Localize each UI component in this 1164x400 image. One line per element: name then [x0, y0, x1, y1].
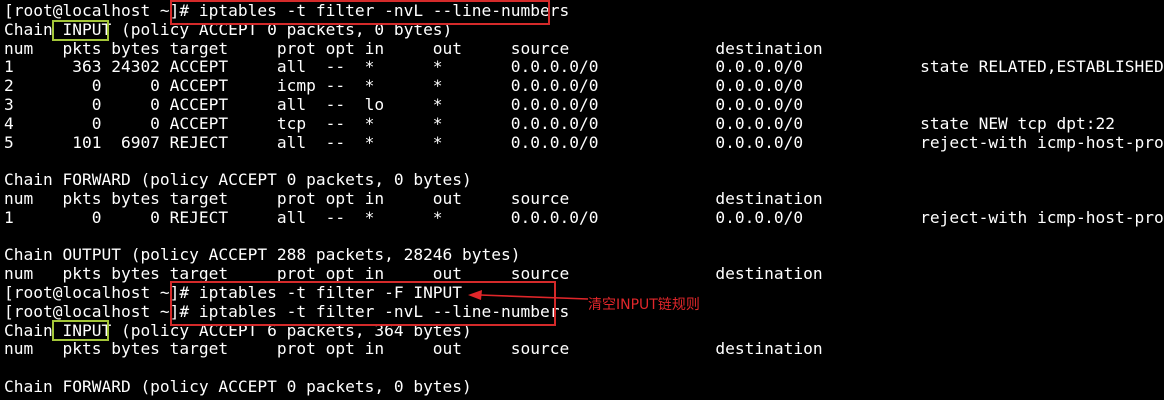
terminal-line-rule: 2 0 0 ACCEPT icmp -- * * 0.0.0.0/0 0.0.0… [4, 76, 804, 96]
terminal-window[interactable]: [root@localhost ~]# iptables -t filter -… [0, 0, 1164, 400]
terminal-line-chain-header: Chain FORWARD (policy ACCEPT 0 packets, … [4, 377, 472, 396]
terminal-line-rule: 3 0 0 ACCEPT all -- lo * 0.0.0.0/0 0.0.0… [4, 95, 804, 114]
terminal-line-rule: 5 101 6907 REJECT all -- * * 0.0.0.0/0 0… [4, 132, 1164, 152]
terminal-line-column-header: num pkts bytes target prot opt in out so… [4, 339, 823, 359]
terminal-line-rule: 1 0 0 REJECT all -- * * 0.0.0.0/0 0.0.0.… [4, 207, 1164, 227]
terminal-line-column-header: num pkts bytes target prot opt in out so… [4, 38, 823, 58]
annotation-arrow-icon [468, 290, 589, 300]
terminal-line-command: [root@localhost ~]# iptables -t filter -… [4, 1, 570, 20]
terminal-line-chain-header: Chain INPUT (policy ACCEPT 6 packets, 36… [4, 320, 472, 340]
annotation-note: 清空INPUT链规则 [588, 297, 700, 313]
terminal-line-chain-header: Chain FORWARD (policy ACCEPT 0 packets, … [4, 170, 472, 190]
terminal-line-column-header: num pkts bytes target prot opt in out so… [4, 189, 823, 208]
terminal-line-command: [root@localhost ~]# iptables -t filter -… [4, 283, 463, 302]
terminal-line-column-header: num pkts bytes target prot opt in out so… [4, 264, 823, 284]
terminal-line-rule: 1 363 24302 ACCEPT all -- * * 0.0.0.0/0 … [4, 57, 1164, 77]
terminal-line-chain-header: Chain OUTPUT (policy ACCEPT 288 packets,… [4, 245, 521, 265]
terminal-line-chain-header: Chain INPUT (policy ACCEPT 0 packets, 0 … [4, 19, 453, 39]
terminal-line-rule: 4 0 0 ACCEPT tcp -- * * 0.0.0.0/0 0.0.0.… [4, 113, 1116, 133]
